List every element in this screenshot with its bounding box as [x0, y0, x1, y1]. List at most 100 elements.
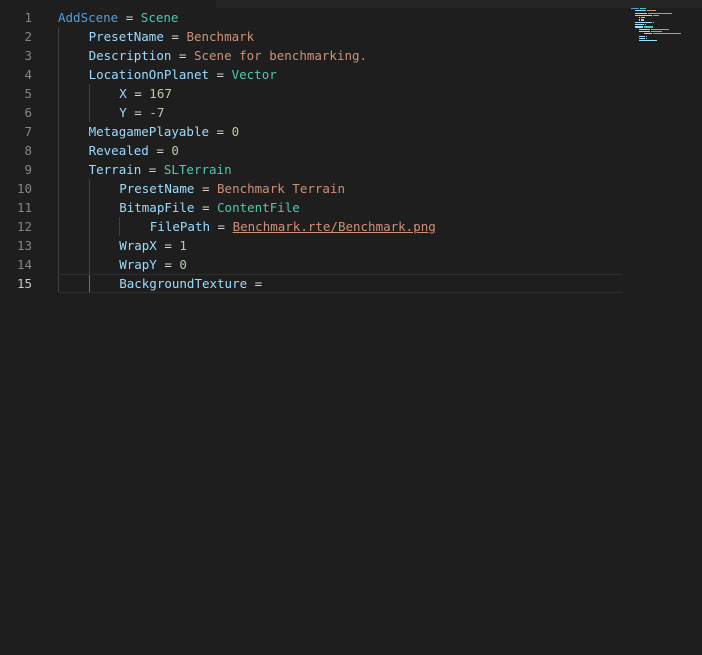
assignment-operator: =: [194, 200, 218, 215]
property-key: BitmapFile: [119, 200, 195, 215]
code-editor[interactable]: 1 2 3 4 5 6 7 8 9 10 11 12 13 14 15 AddScene = Scene Pr…: [0, 0, 702, 655]
code-line[interactable]: Description = Scene for benchmarking.: [58, 46, 622, 65]
property-value: Scene for benchmarking.: [193, 48, 368, 63]
code-line[interactable]: PresetName = Benchmark: [58, 27, 622, 46]
line-number: 2: [24, 29, 32, 44]
minimap-value: [652, 33, 682, 35]
minimap-indent: [630, 24, 634, 25]
code-line[interactable]: MetagamePlayable = 0: [58, 122, 622, 141]
minimap-value: [641, 19, 644, 21]
property-key: Description: [88, 48, 172, 63]
indent-guide: [58, 236, 59, 255]
property-key: Y: [119, 105, 127, 120]
minimap-key: [631, 8, 640, 10]
assignment-operator: =: [194, 181, 218, 196]
code-line[interactable]: FilePath = Benchmark.rte/Benchmark.png: [58, 217, 622, 236]
minimap-indent: [630, 17, 638, 18]
minimap-indent: [630, 38, 638, 39]
current-code-line[interactable]: BackgroundTexture =: [58, 274, 622, 293]
minimap-indent: [630, 36, 638, 37]
indent-guide: [88, 255, 90, 274]
assignment-operator: =: [126, 105, 150, 120]
file-path-link[interactable]: Benchmark.rte/Benchmark.png: [233, 219, 436, 234]
minimap-key: [639, 35, 645, 37]
indent-guide: [58, 179, 59, 198]
minimap-indent: [630, 22, 634, 23]
minimap-indent: [630, 33, 643, 34]
minimap-key: [639, 28, 650, 30]
assignment-operator: =: [210, 219, 233, 234]
indent-guide: [58, 217, 59, 236]
minimap-value: [646, 10, 657, 12]
indent-guide: [58, 122, 59, 141]
indent-guide: [58, 46, 59, 65]
property-value: 0: [231, 124, 240, 139]
code-line[interactable]: X = 167: [58, 84, 622, 103]
assignment-operator: =: [141, 162, 164, 177]
minimap-key: [639, 37, 645, 40]
minimap-indent: [630, 26, 634, 27]
code-line[interactable]: LocationOnPlanet = Vector: [58, 65, 622, 84]
property-value: ContentFile: [217, 200, 300, 215]
minimap-key: [635, 10, 646, 12]
code-line[interactable]: Y = -7: [58, 103, 622, 122]
property-key: AddScene: [58, 10, 119, 25]
code-line[interactable]: WrapY = 0: [58, 255, 622, 274]
property-value: -7: [149, 105, 165, 120]
property-value: Vector: [231, 67, 277, 82]
indent-guide: [58, 255, 59, 274]
property-key: Revealed: [88, 143, 149, 158]
line-number: 5: [24, 86, 32, 101]
assignment-operator: =: [148, 143, 172, 158]
indent-guide: [88, 198, 90, 217]
indent-guide: [58, 103, 59, 122]
property-value: 0: [179, 257, 187, 272]
minimap-key: [635, 24, 644, 26]
property-key: WrapX: [119, 238, 157, 253]
code-line[interactable]: PresetName = Benchmark Terrain: [58, 179, 622, 198]
indent-guide: [58, 65, 59, 84]
assignment-operator: =: [247, 276, 263, 291]
line-number: 4: [24, 67, 32, 82]
code-line[interactable]: AddScene = Scene: [58, 8, 622, 27]
code-line[interactable]: WrapX = 1: [58, 236, 622, 255]
minimap-indent: [630, 29, 638, 30]
property-value: 0: [171, 143, 179, 158]
line-number: 9: [24, 162, 32, 177]
minimap-value: [650, 28, 669, 30]
indent-guide: [58, 84, 59, 103]
minimap-indent: [630, 40, 638, 41]
assignment-operator: =: [209, 67, 232, 82]
line-number-gutter: 1 2 3 4 5 6 7 8 9 10 11 12 13 14 15: [0, 8, 40, 293]
property-key: FilePath: [149, 219, 211, 234]
minimap-key: [635, 12, 647, 14]
indent-guide: [58, 141, 59, 160]
indent-guide: [58, 160, 59, 179]
minimap[interactable]: [630, 8, 694, 42]
minimap-value: [645, 37, 647, 40]
code-line[interactable]: Terrain = SLTerrain: [58, 160, 622, 179]
assignment-operator: =: [156, 257, 180, 272]
indent-guide: [88, 236, 90, 255]
property-value: Scene: [140, 10, 179, 25]
property-key: MetagamePlayable: [88, 124, 210, 139]
minimap-value: [643, 26, 653, 28]
minimap-key: [635, 26, 643, 28]
property-value: 1: [179, 238, 187, 253]
minimap-value: [641, 17, 645, 19]
line-number: 14: [16, 257, 32, 272]
code-line[interactable]: BitmapFile = ContentFile: [58, 198, 622, 217]
line-number: 3: [24, 48, 32, 63]
minimap-value: [650, 30, 663, 33]
minimap-value: [644, 24, 646, 26]
line-number: 12: [16, 219, 32, 234]
indent-guide: [58, 275, 59, 292]
minimap-value: [652, 21, 655, 23]
minimap-key: [639, 17, 641, 19]
code-line[interactable]: Revealed = 0: [58, 141, 622, 160]
minimap-key: [639, 19, 641, 21]
scroll-shadow: [216, 0, 702, 8]
code-area[interactable]: AddScene = Scene PresetName = Benchmark De…: [58, 8, 622, 293]
minimap-indent: [630, 10, 634, 11]
line-number: 1: [24, 10, 32, 25]
